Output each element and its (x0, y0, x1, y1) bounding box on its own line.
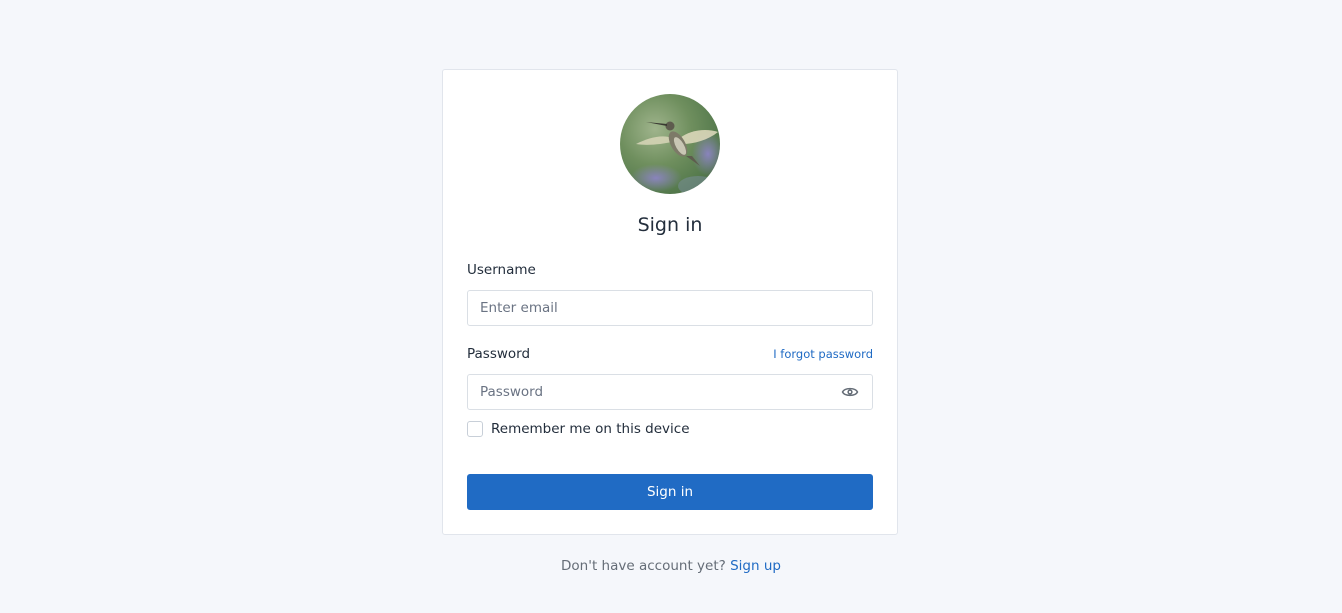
remember-me-checkbox[interactable] (467, 421, 483, 437)
login-card: Sign in Username Password I forgot passw… (442, 69, 898, 535)
sign-up-link[interactable]: Sign up (730, 558, 781, 574)
eye-icon[interactable] (841, 383, 859, 401)
remember-me-toggle[interactable]: Remember me on this device (467, 421, 690, 437)
login-page: Sign in Username Password I forgot passw… (0, 0, 1342, 613)
sign-in-button[interactable]: Sign in (467, 474, 873, 510)
username-input[interactable] (467, 290, 873, 326)
hummingbird-avatar (620, 94, 720, 194)
signup-prompt-text: Don't have account yet? (561, 558, 726, 574)
signup-prompt: Don't have account yet? Sign up (0, 558, 1342, 574)
page-title: Sign in (637, 214, 703, 236)
remember-me-label: Remember me on this device (491, 421, 690, 437)
forgot-password-link[interactable]: I forgot password (773, 347, 873, 361)
password-input[interactable] (467, 374, 873, 410)
username-label: Username (467, 262, 536, 278)
password-label: Password (467, 346, 531, 362)
